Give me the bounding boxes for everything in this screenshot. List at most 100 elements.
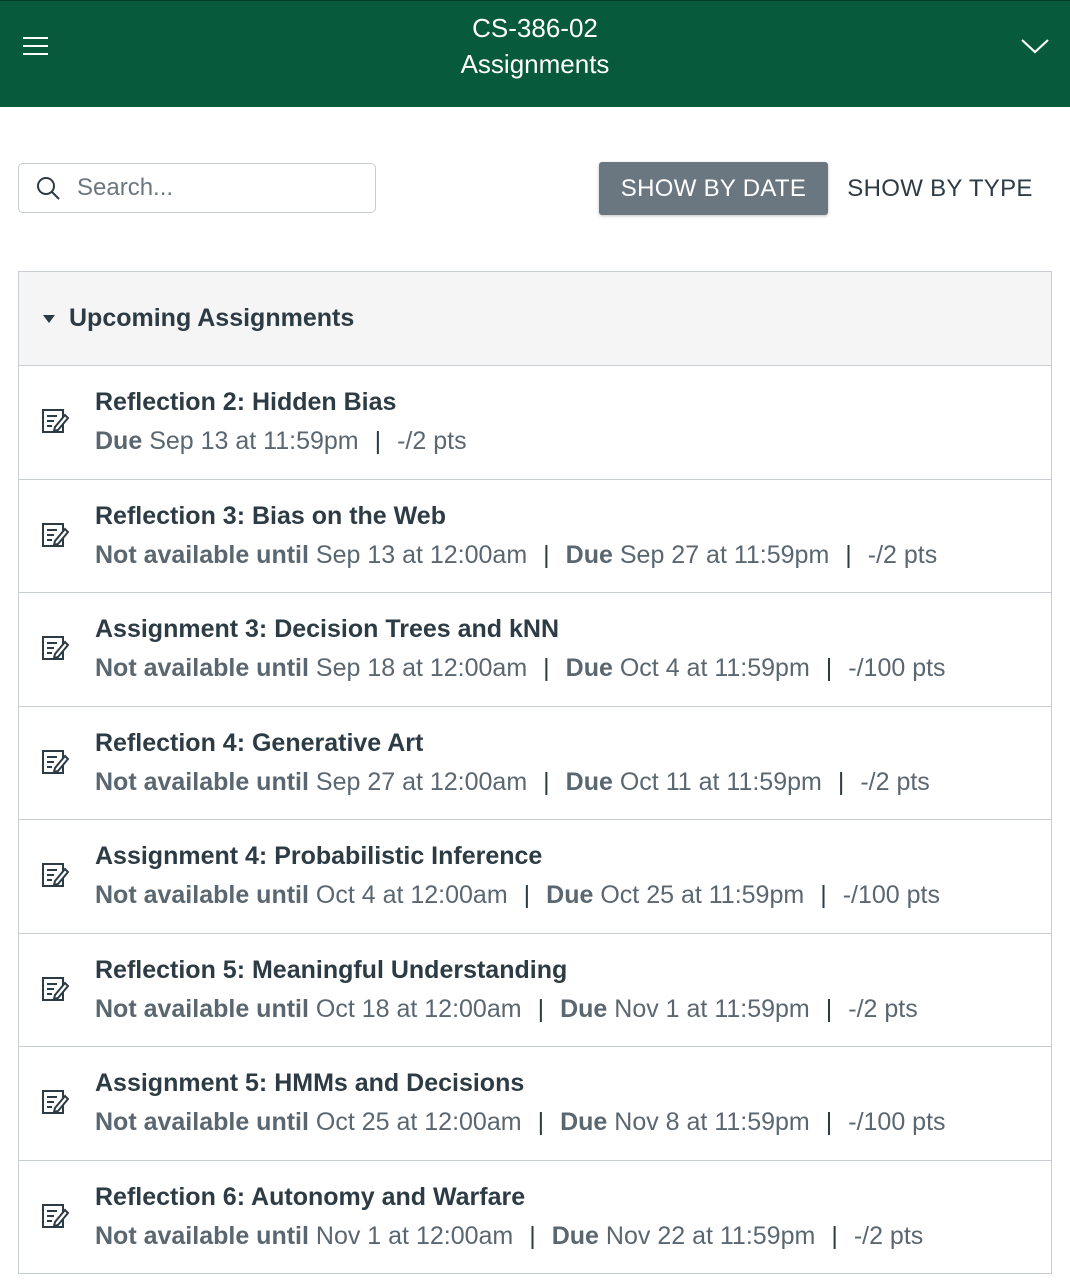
assignment-row[interactable]: Assignment 3: Decision Trees and kNN Not … bbox=[19, 593, 1051, 707]
due-date: Oct 25 at 11:59pm bbox=[600, 881, 805, 909]
assignment-title[interactable]: Assignment 3: Decision Trees and kNN bbox=[95, 615, 559, 644]
show-by-date-button[interactable]: SHOW BY DATE bbox=[599, 162, 828, 215]
separator: | bbox=[831, 1221, 838, 1250]
separator: | bbox=[825, 994, 833, 1023]
available-date: Nov 1 at 12:00am bbox=[315, 1221, 514, 1250]
assignment-title[interactable]: Assignment 4: Probabilistic Inference bbox=[95, 842, 542, 871]
assignment-row[interactable]: Reflection 4: Generative Art Not availabl… bbox=[19, 706, 1051, 820]
assignment-title[interactable]: Reflection 3: Bias on the Web bbox=[95, 502, 446, 531]
due-label: Due bbox=[95, 427, 143, 455]
assignment-title[interactable]: Reflection 5: Meaningful Understanding bbox=[95, 956, 567, 985]
points: -/2 pts bbox=[853, 1221, 924, 1250]
separator: | bbox=[537, 994, 545, 1023]
not-available-label: Not available until bbox=[95, 654, 309, 682]
assignment-title[interactable]: Reflection 2: Hidden Bias bbox=[95, 388, 396, 417]
due-label: Due bbox=[546, 881, 594, 909]
due-date: Oct 11 at 11:59pm bbox=[619, 767, 822, 796]
due-label: Due bbox=[565, 767, 613, 796]
assignment-row[interactable]: Reflection 2: Hidden Bias Due Sep 13 at 1… bbox=[19, 366, 1051, 480]
due-label: Due bbox=[560, 994, 608, 1023]
separator: | bbox=[845, 540, 852, 569]
available-date: Sep 13 at 12:00am bbox=[315, 540, 528, 569]
search-field[interactable] bbox=[18, 163, 376, 213]
assignment-row[interactable]: Assignment 4: Probabilistic Inference Not… bbox=[19, 820, 1051, 934]
points: -/2 pts bbox=[860, 767, 930, 796]
assignment-list: Upcoming Assignments Reflection 2: Hidde… bbox=[18, 271, 1052, 1274]
assignment-icon bbox=[41, 974, 70, 1004]
separator: | bbox=[837, 767, 845, 796]
assignment-icon bbox=[41, 633, 70, 663]
assignment-meta: Not available until Nov 1 at 12:00am | Due… bbox=[95, 1222, 923, 1251]
separator: | bbox=[374, 427, 382, 455]
not-available-label: Not available until bbox=[95, 540, 309, 569]
caret-down-icon bbox=[43, 314, 57, 324]
separator: | bbox=[825, 1108, 833, 1136]
available-date: Sep 18 at 12:00am bbox=[315, 654, 528, 682]
separator: | bbox=[820, 881, 827, 909]
due-label: Due bbox=[551, 1221, 599, 1250]
assignment-icon bbox=[41, 747, 70, 777]
not-available-label: Not available until bbox=[95, 881, 309, 909]
due-date: Sep 27 at 11:59pm bbox=[619, 540, 830, 569]
not-available-label: Not available until bbox=[95, 1108, 309, 1136]
group-header-upcoming[interactable]: Upcoming Assignments bbox=[19, 272, 1051, 366]
not-available-label: Not available until bbox=[95, 767, 309, 796]
points: -/2 pts bbox=[848, 994, 918, 1023]
show-by-type-button[interactable]: SHOW BY TYPE bbox=[840, 162, 1040, 215]
points: -/2 pts bbox=[867, 540, 938, 569]
assignment-meta: Not available until Sep 13 at 12:00am | Du… bbox=[95, 541, 937, 570]
course-title: CS-386-02 bbox=[472, 13, 598, 43]
header-titles: CS-386-02 Assignments bbox=[0, 11, 1070, 83]
chevron-down-icon bbox=[1021, 39, 1049, 54]
assignment-meta: Not available until Oct 18 at 12:00am | Du… bbox=[95, 995, 918, 1024]
search-input[interactable] bbox=[75, 173, 359, 203]
available-date: Sep 27 at 12:00am bbox=[315, 767, 528, 796]
course-header: CS-386-02 Assignments bbox=[0, 0, 1070, 107]
due-label: Due bbox=[565, 540, 613, 569]
assignment-title[interactable]: Assignment 5: HMMs and Decisions bbox=[95, 1069, 524, 1098]
available-date: Oct 18 at 12:00am bbox=[315, 994, 522, 1023]
assignment-meta: Due Sep 13 at 11:59pm | -/2 pts bbox=[95, 427, 467, 456]
due-date: Nov 8 at 11:59pm bbox=[614, 1108, 810, 1136]
assignment-row[interactable]: Reflection 3: Bias on the Web Not availab… bbox=[19, 479, 1051, 593]
separator: | bbox=[543, 654, 550, 682]
assignment-title[interactable]: Reflection 4: Generative Art bbox=[95, 729, 423, 758]
assignment-row[interactable]: Assignment 5: HMMs and Decisions Not avai… bbox=[19, 1047, 1051, 1161]
separator: | bbox=[543, 540, 550, 569]
group-title: Upcoming Assignments bbox=[69, 304, 355, 332]
expand-button[interactable] bbox=[1018, 31, 1052, 61]
due-date: Oct 4 at 11:59pm bbox=[619, 654, 810, 682]
assignment-row[interactable]: Reflection 5: Meaningful Understanding No… bbox=[19, 933, 1051, 1047]
assignment-icon bbox=[41, 860, 70, 890]
due-date: Nov 1 at 11:59pm bbox=[614, 994, 810, 1023]
assignment-meta: Not available until Oct 4 at 12:00am | Due… bbox=[95, 881, 940, 910]
due-label: Due bbox=[560, 1108, 608, 1136]
assignment-meta: Not available until Oct 25 at 12:00am | Du… bbox=[95, 1108, 946, 1137]
points: -/2 pts bbox=[397, 427, 467, 455]
separator: | bbox=[529, 1221, 536, 1250]
points: -/100 pts bbox=[842, 881, 940, 909]
not-available-label: Not available until bbox=[95, 994, 309, 1023]
assignment-icon bbox=[41, 520, 70, 550]
assignment-row[interactable]: Reflection 6: Autonomy and Warfare Not av… bbox=[19, 1160, 1051, 1274]
due-label: Due bbox=[565, 654, 613, 682]
assignment-icon bbox=[41, 1201, 70, 1231]
search-icon bbox=[35, 175, 65, 201]
available-date: Oct 4 at 12:00am bbox=[315, 881, 508, 909]
assignment-title[interactable]: Reflection 6: Autonomy and Warfare bbox=[95, 1183, 525, 1212]
separator: | bbox=[523, 881, 531, 909]
points: -/100 pts bbox=[848, 1108, 946, 1136]
assignment-icon bbox=[41, 406, 70, 436]
separator: | bbox=[537, 1108, 545, 1136]
points: -/100 pts bbox=[848, 654, 946, 682]
not-available-label: Not available until bbox=[95, 1221, 309, 1250]
due-date: Sep 13 at 11:59pm bbox=[149, 427, 359, 455]
available-date: Oct 25 at 12:00am bbox=[315, 1108, 522, 1136]
assignment-meta: Not available until Sep 27 at 12:00am | Du… bbox=[95, 768, 930, 797]
page-title: Assignments bbox=[460, 49, 610, 79]
assignment-meta: Not available until Sep 18 at 12:00am | Du… bbox=[95, 654, 946, 683]
separator: | bbox=[825, 654, 833, 682]
due-date: Nov 22 at 11:59pm bbox=[605, 1221, 816, 1250]
assignment-icon bbox=[41, 1087, 70, 1117]
separator: | bbox=[543, 767, 550, 796]
